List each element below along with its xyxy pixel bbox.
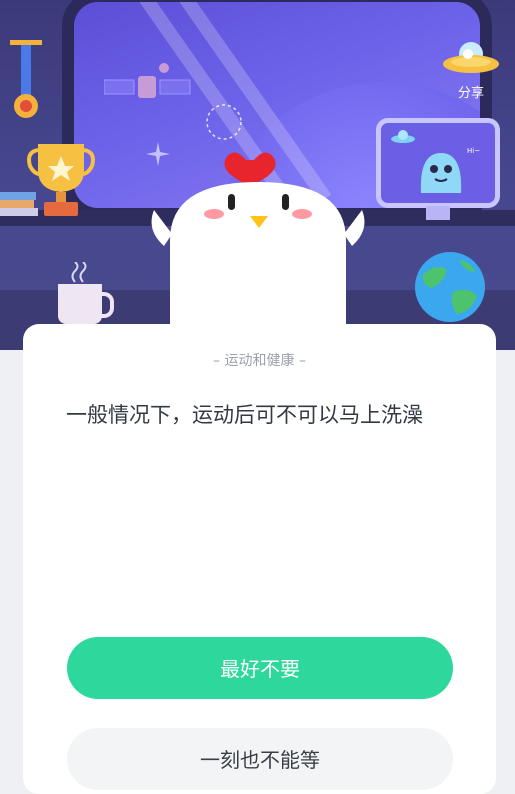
category-label: – 运动和健康 –	[213, 353, 306, 369]
svg-text:Hi~: Hi~	[467, 147, 480, 155]
medal-icon	[10, 40, 42, 118]
chicken-mascot	[151, 152, 365, 350]
category-text: 运动和健康	[224, 353, 295, 369]
dashed-circle-icon	[206, 104, 242, 140]
answer-option-1[interactable]: 最好不要	[67, 637, 453, 699]
share-button[interactable]: 分享	[440, 38, 502, 101]
satellite-icon	[104, 63, 191, 98]
books-icon	[0, 192, 36, 200]
answer-option-2[interactable]: 一刻也不能等	[67, 728, 453, 790]
steam-icon	[71, 262, 87, 283]
alien-icon: Hi~	[391, 130, 480, 193]
earth-globe-icon	[415, 252, 485, 322]
illustration-scene: 分享 Hi~	[0, 0, 515, 350]
cup-icon	[58, 284, 102, 324]
question-card: – 运动和健康 – 一般情况下，运动后可不可以马上洗澡 最好不要 一刻也不能等	[23, 324, 496, 794]
share-label: 分享	[457, 86, 484, 101]
monitor-illustration: Hi~	[376, 118, 500, 208]
question-text: 一般情况下，运动后可不可以马上洗澡	[66, 403, 423, 427]
ufo-icon	[443, 42, 499, 73]
